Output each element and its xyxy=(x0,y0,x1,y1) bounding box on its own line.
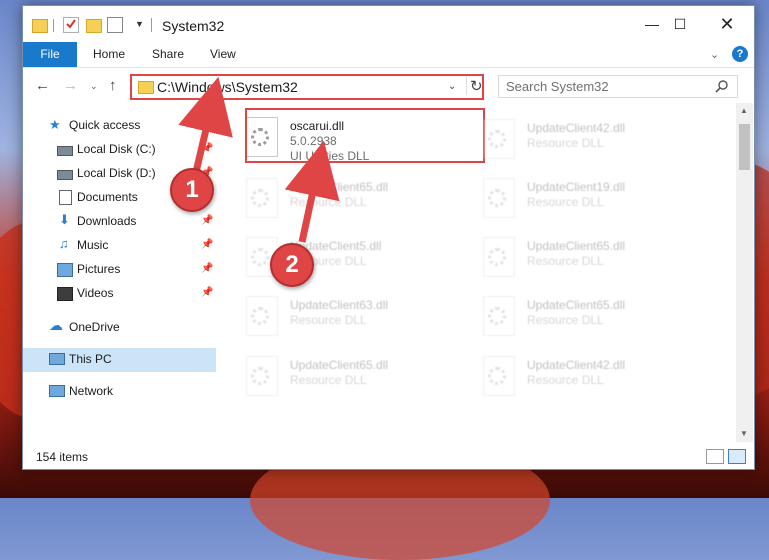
arrow-to-file xyxy=(284,140,340,243)
step-1-callout: 1 xyxy=(170,168,214,212)
arrow-to-address-bar xyxy=(178,76,233,173)
step-2-callout: 2 xyxy=(270,243,314,287)
tutorial-arrows xyxy=(178,76,340,243)
